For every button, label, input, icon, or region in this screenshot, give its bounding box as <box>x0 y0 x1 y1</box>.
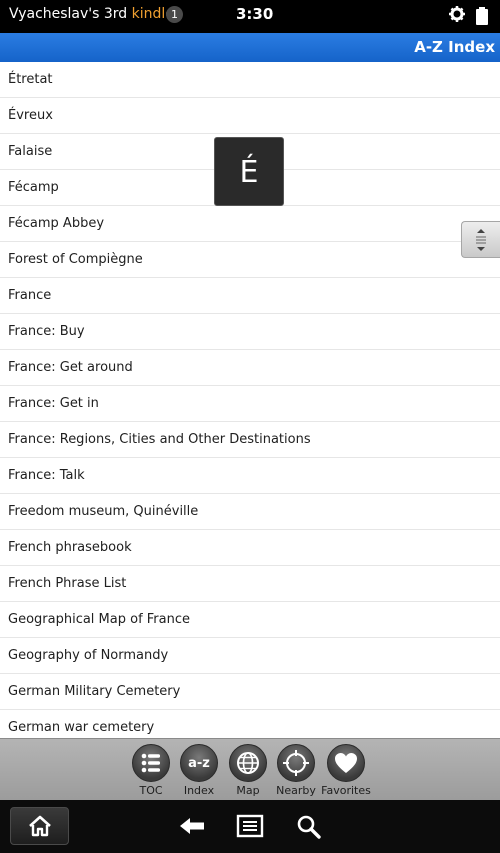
heart-icon <box>327 744 365 782</box>
fast-scroll-letter-popup: É <box>214 137 284 206</box>
notification-badge[interactable]: 1 <box>166 6 183 23</box>
list-item[interactable]: German war cemetery <box>0 710 500 738</box>
list-item[interactable]: Étretat <box>0 62 500 98</box>
list-item[interactable]: France <box>0 278 500 314</box>
index-label: Index <box>183 784 215 797</box>
status-bar: Vyacheslav's 3rd kindle 1 3:30 <box>0 0 500 33</box>
list-item[interactable]: France: Regions, Cities and Other Destin… <box>0 422 500 458</box>
list-item[interactable]: Geographical Map of France <box>0 602 500 638</box>
list-item[interactable]: France: Get around <box>0 350 500 386</box>
status-icons <box>446 4 494 28</box>
battery-icon <box>476 7 488 25</box>
index-button[interactable]: a-z Index <box>171 744 227 800</box>
fast-scroll-handle[interactable] <box>461 221 500 258</box>
home-icon <box>29 815 51 837</box>
toc-list-icon <box>132 744 170 782</box>
nearby-button[interactable]: Nearby <box>268 744 324 800</box>
title-bar: A-Z Index <box>0 33 500 62</box>
list-item[interactable]: Freedom museum, Quinéville <box>0 494 500 530</box>
menu-icon[interactable] <box>236 814 264 838</box>
list-item[interactable]: France: Buy <box>0 314 500 350</box>
list-item[interactable]: Forest of Compiègne <box>0 242 500 278</box>
list-item[interactable]: France: Get in <box>0 386 500 422</box>
globe-icon <box>229 744 267 782</box>
nearby-label: Nearby <box>276 784 316 797</box>
settings-gear-icon[interactable] <box>449 6 465 22</box>
az-icon-text: a-z <box>188 756 210 771</box>
page-title: A-Z Index <box>414 38 495 56</box>
search-icon[interactable] <box>296 814 322 840</box>
device-owner-label: Vyacheslav's 3rd <box>9 6 132 22</box>
device-name[interactable]: Vyacheslav's 3rd kindle <box>9 6 174 22</box>
back-arrow-icon[interactable] <box>178 814 206 838</box>
list-item[interactable]: Geography of Normandy <box>0 638 500 674</box>
screen: Vyacheslav's 3rd kindle 1 3:30 A-Z Index… <box>0 0 500 853</box>
crosshair-icon <box>277 744 315 782</box>
list-item[interactable]: German Military Cemetery <box>0 674 500 710</box>
list-item[interactable]: French phrasebook <box>0 530 500 566</box>
favorites-button[interactable]: Favorites <box>318 744 374 800</box>
home-button[interactable] <box>10 807 69 845</box>
list-item[interactable]: France: Talk <box>0 458 500 494</box>
app-toolbar: TOC a-z Index Map Nearby Favorites <box>0 738 500 800</box>
list-item[interactable]: Évreux <box>0 98 500 134</box>
scroll-grip-icon <box>476 229 486 251</box>
status-clock: 3:30 <box>236 5 274 23</box>
system-nav-bar <box>0 800 500 853</box>
az-index-icon: a-z <box>180 744 218 782</box>
list-item[interactable]: French Phrase List <box>0 566 500 602</box>
list-item[interactable]: Fécamp Abbey <box>0 206 500 242</box>
favorites-label: Favorites <box>321 784 371 797</box>
